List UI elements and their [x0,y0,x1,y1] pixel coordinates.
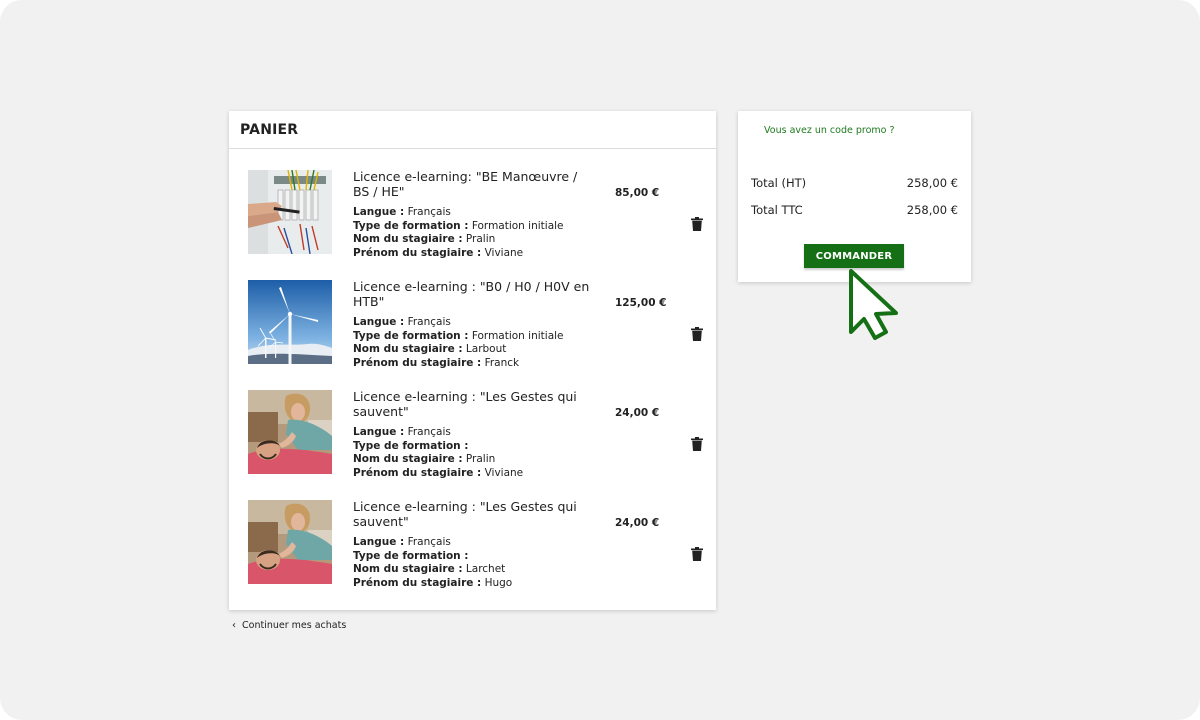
trash-icon[interactable] [691,437,703,451]
total-ht-row: Total (HT) 258,00 € [751,176,958,190]
cart-title: PANIER [240,121,299,138]
trainee-firstname-label: Prénom du stagiaire : [353,576,482,589]
trainee-firstname-value: Viviane [484,246,524,259]
language-value: Français [407,206,451,218]
product-price: 24,00 € [615,407,660,419]
language-label: Langue : [353,206,405,218]
product-attributes: Langue : Français Type de formation : No… [353,536,603,590]
cart-item: Licence e-learning : "B0 / H0 / H0V en H… [229,279,716,380]
trainee-lastname-label: Nom du stagiaire : [353,233,463,245]
trash-icon[interactable] [691,327,703,341]
language-label: Langue : [353,536,405,548]
language-label: Langue : [353,426,405,438]
trainee-lastname-value: Pralin [465,453,496,465]
cart-panel: PANIER Licence e-learning: "BE Manœuvre … [229,111,716,610]
product-title: Licence e-learning : "B0 / H0 / H0V en H… [353,279,590,309]
language-value: Français [407,536,451,548]
training-type-label: Type de formation : [353,549,469,562]
product-title: Licence e-learning : "Les Gestes qui sau… [353,389,577,419]
training-type-value: Formation initiale [471,329,564,342]
trainee-lastname-value: Larchet [465,563,506,575]
cart-item: Licence e-learning : "Les Gestes qui sau… [229,389,716,490]
cart-header: PANIER [229,111,716,149]
cart-item: Licence e-learning : "Les Gestes qui sau… [229,499,716,600]
continue-shopping-label: Continuer mes achats [242,620,347,631]
product-attributes: Langue : Français Type de formation : Fo… [353,206,603,260]
product-image [248,280,332,364]
product-image [248,390,332,474]
trash-icon[interactable] [691,217,703,231]
order-summary-panel: Vous avez un code promo ? Total (HT) 258… [738,111,971,282]
trainee-lastname-label: Nom du stagiaire : [353,343,463,355]
training-type-value: Formation initiale [471,219,564,232]
trainee-firstname-value: Viviane [484,466,524,479]
total-ttc-row: Total TTC 258,00 € [751,203,958,217]
language-label: Langue : [353,316,405,328]
trainee-firstname-label: Prénom du stagiaire : [353,466,482,479]
chevron-left-icon: ‹ [232,620,236,631]
training-type-label: Type de formation : [353,439,469,452]
trainee-lastname-value: Pralin [465,233,496,245]
trainee-firstname-label: Prénom du stagiaire : [353,246,482,259]
product-attributes: Langue : Français Type de formation : No… [353,426,603,480]
product-image [248,500,332,584]
product-title: Licence e-learning: "BE Manœuvre / BS / … [353,169,578,199]
order-button[interactable]: COMMANDER [804,244,904,268]
training-type-label: Type de formation : [353,219,469,232]
total-ht-value: 258,00 € [906,176,958,190]
product-attributes: Langue : Français Type de formation : Fo… [353,316,603,370]
product-image [248,170,332,254]
product-price: 24,00 € [615,517,660,529]
language-value: Français [407,426,451,438]
trainee-lastname-value: Larbout [465,343,507,355]
language-value: Français [407,316,451,328]
promo-code-link[interactable]: Vous avez un code promo ? [764,125,895,136]
training-type-label: Type de formation : [353,329,469,342]
trainee-firstname-value: Hugo [484,576,513,589]
total-ttc-value: 258,00 € [906,203,958,217]
product-price: 85,00 € [615,187,660,199]
trainee-lastname-label: Nom du stagiaire : [353,453,463,465]
trainee-firstname-value: Franck [484,356,520,369]
mouse-pointer-icon [849,269,898,340]
trash-icon[interactable] [691,547,703,561]
page-background: PANIER Licence e-learning: "BE Manœuvre … [0,0,1200,720]
total-ttc-label: Total TTC [751,203,803,217]
product-title: Licence e-learning : "Les Gestes qui sau… [353,499,577,529]
cart-item: Licence e-learning: "BE Manœuvre / BS / … [229,169,716,270]
trainee-firstname-label: Prénom du stagiaire : [353,356,482,369]
trainee-lastname-label: Nom du stagiaire : [353,563,463,575]
continue-shopping-link[interactable]: ‹ Continuer mes achats [232,620,346,631]
total-ht-label: Total (HT) [751,176,807,190]
product-price: 125,00 € [615,297,667,309]
